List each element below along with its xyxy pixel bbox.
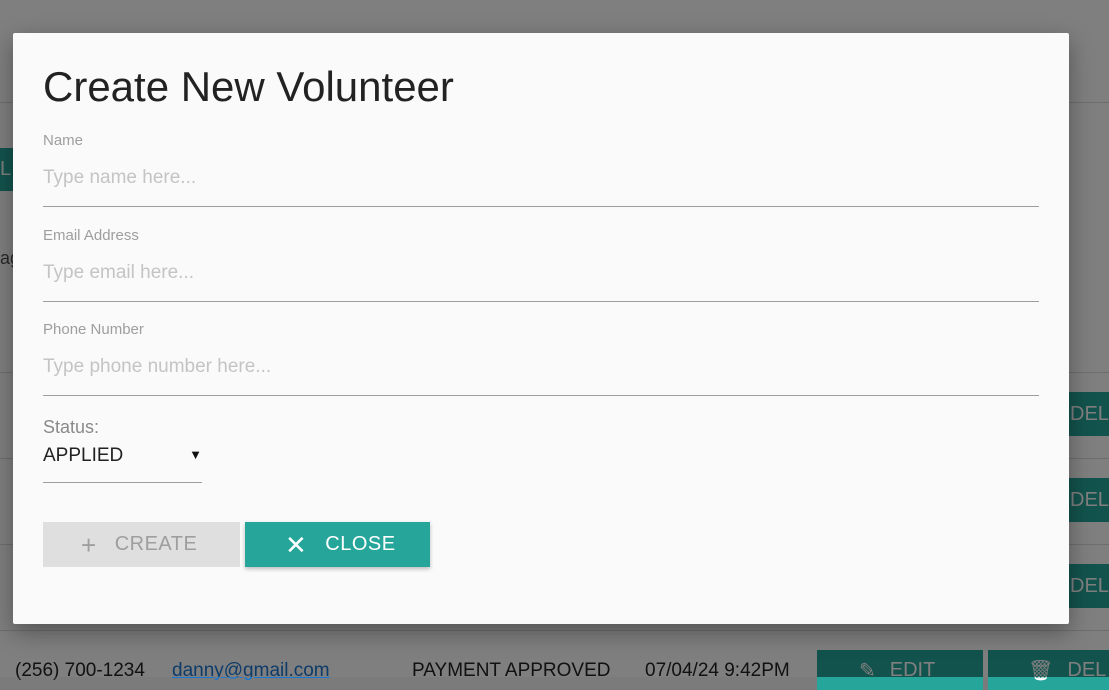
phone-label: Phone Number (43, 321, 144, 338)
create-button[interactable]: + CREATE (43, 522, 240, 567)
name-input[interactable] (43, 157, 1039, 207)
close-button-label: CLOSE (325, 533, 396, 555)
phone-input[interactable] (43, 346, 1039, 396)
modal-title: Create New Volunteer (43, 63, 454, 110)
status-label: Status: (43, 417, 100, 437)
create-volunteer-modal: Create New Volunteer Name Email Address … (13, 33, 1069, 624)
create-button-label: CREATE (114, 533, 198, 555)
status-value: APPLIED (43, 445, 124, 466)
email-label: Email Address (43, 227, 139, 244)
dropdown-caret-icon: ▼ (189, 447, 202, 462)
phone-field: Phone Number (43, 321, 1039, 396)
name-label: Name (43, 132, 84, 149)
email-field: Email Address (43, 227, 1039, 302)
close-button[interactable]: ✕ CLOSE (245, 522, 430, 567)
name-field: Name (43, 132, 1039, 207)
email-input[interactable] (43, 252, 1039, 302)
plus-icon: + (81, 529, 97, 560)
status-select[interactable]: APPLIED ▼ (43, 441, 202, 483)
close-icon: ✕ (285, 529, 308, 560)
